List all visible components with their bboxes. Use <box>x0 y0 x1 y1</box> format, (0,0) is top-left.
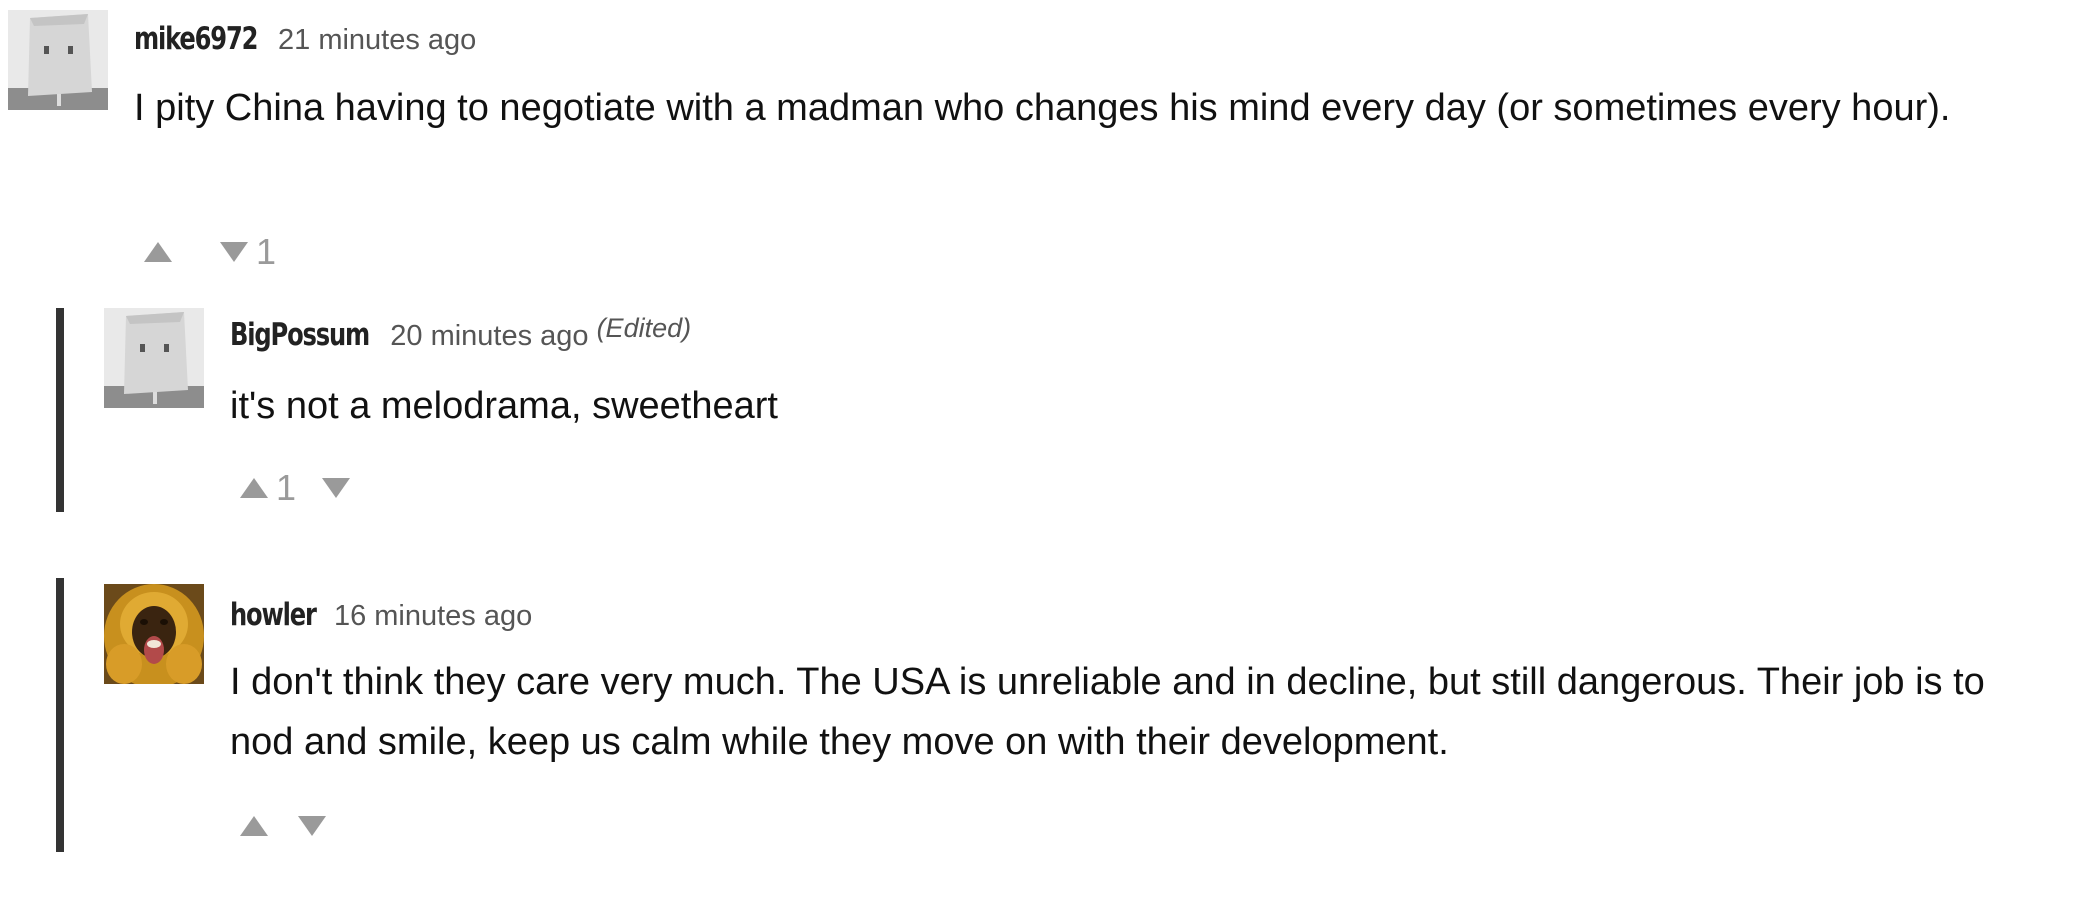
timestamp[interactable]: 20 minutes ago <box>390 320 588 352</box>
comment-howler: howler 16 minutes ago I don't think they … <box>0 570 2080 870</box>
down-arrow-icon <box>220 242 248 262</box>
comment-meta: howler 16 minutes ago <box>230 600 532 631</box>
comment-meta: mike6972 21 minutes ago <box>134 24 476 55</box>
downvote-button[interactable] <box>296 814 334 838</box>
up-arrow-icon <box>144 242 172 262</box>
author-name[interactable]: BigPossum <box>230 320 370 351</box>
up-arrow-icon <box>240 816 268 836</box>
downvote-button[interactable] <box>320 476 358 500</box>
comment-body: I pity China having to negotiate with a … <box>134 87 1951 129</box>
author-name[interactable]: mike6972 <box>134 24 258 55</box>
paper-bag-avatar-icon <box>104 308 204 408</box>
vote-controls <box>238 806 334 846</box>
comment-meta: BigPossum 20 minutes ago (Edited) <box>230 315 691 352</box>
up-arrow-icon <box>240 478 268 498</box>
timestamp[interactable]: 16 minutes ago <box>334 600 532 632</box>
author-name[interactable]: howler <box>230 600 317 631</box>
howler-monkey-avatar-icon <box>104 584 204 684</box>
down-arrow-icon <box>298 816 326 836</box>
upvote-button[interactable] <box>238 814 276 838</box>
avatar[interactable] <box>104 308 204 408</box>
comment-body: it's not a melodrama, sweetheart <box>230 385 778 427</box>
downvote-count: 1 <box>256 231 277 272</box>
upvote-button[interactable] <box>142 240 180 264</box>
timestamp[interactable]: 21 minutes ago <box>278 24 476 56</box>
upvote-button[interactable]: 1 <box>238 467 296 509</box>
downvote-button[interactable]: 1 <box>218 231 276 273</box>
comment-mike6972: mike6972 21 minutes ago I pity China havi… <box>0 0 2080 300</box>
vote-controls: 1 <box>238 467 358 509</box>
comment-bigpossum: BigPossum 20 minutes ago (Edited) it's not… <box>0 300 2080 530</box>
down-arrow-icon <box>322 478 351 498</box>
comment-body: I don't think they care very much. The U… <box>230 661 1985 763</box>
vote-controls: 1 <box>142 231 276 273</box>
avatar[interactable] <box>8 10 108 110</box>
edited-label: (Edited) <box>596 313 692 343</box>
upvote-count: 1 <box>276 467 297 508</box>
paper-bag-avatar-icon <box>8 10 108 110</box>
avatar[interactable] <box>104 584 204 684</box>
